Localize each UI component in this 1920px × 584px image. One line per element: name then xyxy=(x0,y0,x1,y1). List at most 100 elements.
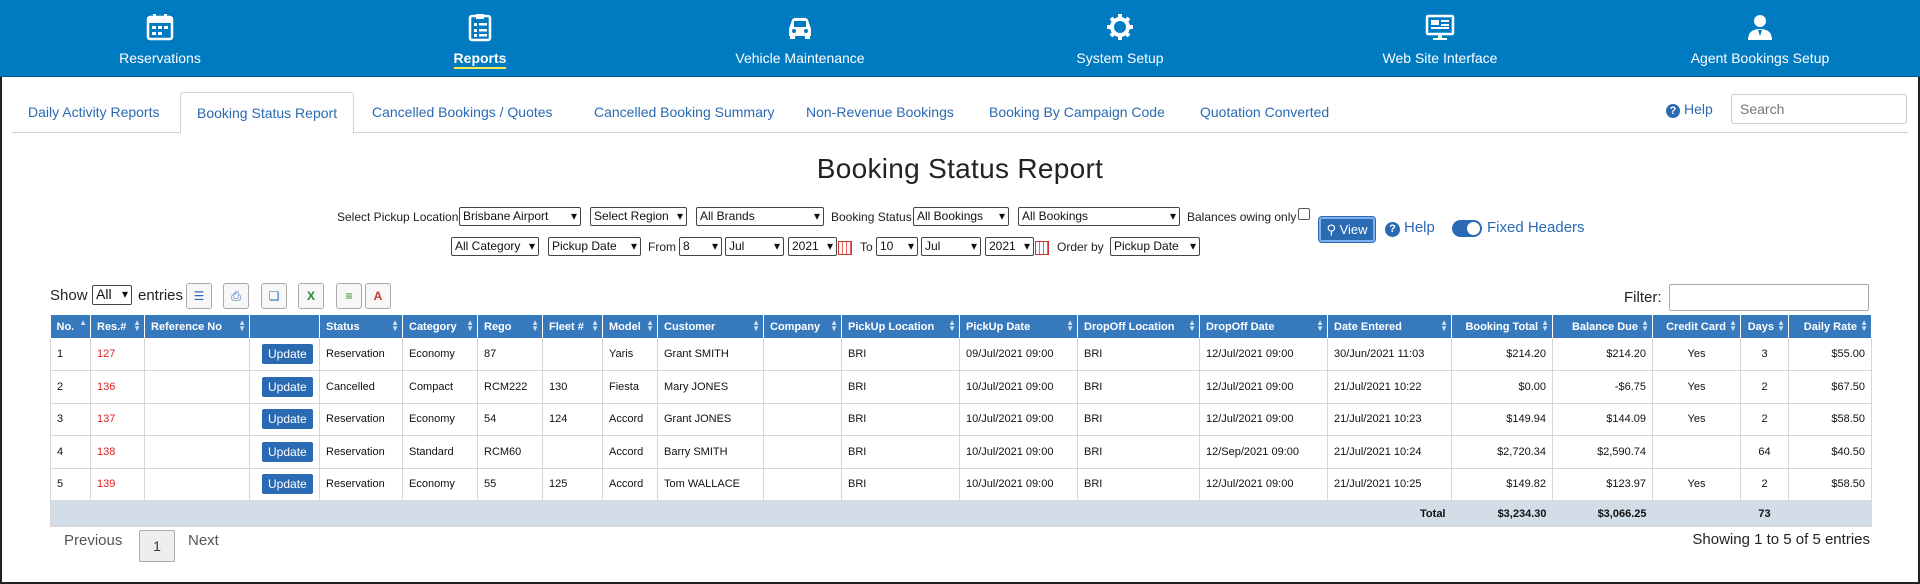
nav-reservations[interactable]: Reservations xyxy=(40,0,280,77)
help-label: Help xyxy=(1404,219,1435,236)
sort-icon: ▲ ▼ xyxy=(591,318,599,333)
copy-icon[interactable]: ❏ xyxy=(261,283,287,309)
category-select[interactable]: All Category xyxy=(451,237,539,256)
search-input[interactable] xyxy=(1731,94,1907,124)
date-type-select[interactable]: Pickup Date xyxy=(548,237,641,256)
calendar-icon[interactable] xyxy=(838,241,852,255)
tab-cancelled-booking-summary[interactable]: Cancelled Booking Summary xyxy=(578,92,791,133)
total-booking-total: $3,234.30 xyxy=(1451,500,1553,527)
col-header-category[interactable]: Category ▲ ▼ xyxy=(402,315,478,338)
brands-select[interactable]: All Brands xyxy=(696,207,824,226)
col-header-days[interactable]: Days ▲ ▼ xyxy=(1740,315,1789,338)
cell-days: 64 xyxy=(1740,435,1789,469)
tab-daily-activity-reports[interactable]: Daily Activity Reports xyxy=(12,92,175,133)
to-month-select[interactable]: Jul xyxy=(921,237,981,256)
cell-daily-rate: $58.50 xyxy=(1788,468,1872,501)
col-header-model[interactable]: Model ▲ ▼ xyxy=(602,315,658,338)
tab-cancelled-bookings-quotes[interactable]: Cancelled Bookings / Quotes xyxy=(356,92,569,133)
cell-actions: Update xyxy=(249,403,320,436)
nav-agent-bookings-setup[interactable]: Agent Bookings Setup xyxy=(1640,0,1880,77)
from-year-select[interactable]: 2021 xyxy=(788,237,837,256)
sort-icon: ▲ ▼ xyxy=(238,318,246,333)
col-header-date-entered[interactable]: Date Entered ▲ ▼ xyxy=(1327,315,1452,338)
column-visibility-icon[interactable]: ☰ xyxy=(186,283,212,309)
nav-vehicle-maintenance[interactable]: Vehicle Maintenance xyxy=(680,0,920,77)
to-day-select[interactable]: 10 xyxy=(876,237,918,256)
cell-rego: 54 xyxy=(477,403,543,436)
tab-booking-by-campaign-code[interactable]: Booking By Campaign Code xyxy=(973,92,1181,133)
csv-icon[interactable]: ≡ xyxy=(336,283,362,309)
reservation-link[interactable]: 137 xyxy=(90,403,145,436)
booking-status-select[interactable]: All Bookings xyxy=(913,207,1009,226)
tab-non-revenue-bookings[interactable]: Non-Revenue Bookings xyxy=(790,92,970,133)
entries-select[interactable]: All xyxy=(92,285,132,305)
col-header-customer[interactable]: Customer ▲ ▼ xyxy=(657,315,764,338)
clipboard-list-icon xyxy=(468,14,492,42)
car-icon xyxy=(789,18,811,39)
col-header-daily-rate[interactable]: Daily Rate ▲ ▼ xyxy=(1788,315,1872,338)
update-button[interactable]: Update xyxy=(262,376,313,397)
col-header-balance-due[interactable]: Balance Due ▲ ▼ xyxy=(1552,315,1653,338)
cell-daily-rate: $55.00 xyxy=(1788,338,1872,371)
pickup-location-select[interactable]: Brisbane Airport xyxy=(459,207,581,226)
fixed-headers-label: Fixed Headers xyxy=(1487,219,1585,236)
col-header-actions xyxy=(249,315,320,338)
col-header-no[interactable]: No. ▲ xyxy=(50,315,91,338)
table-row: 3 137 Update Reservation Economy 54 124 … xyxy=(50,403,1872,436)
to-year-select[interactable]: 2021 xyxy=(985,237,1034,256)
col-header-fleet[interactable]: Fleet # ▲ ▼ xyxy=(542,315,603,338)
nav-web-site-interface[interactable]: Web Site Interface xyxy=(1320,0,1560,77)
col-header-pickup-date[interactable]: PickUp Date ▲ ▼ xyxy=(959,315,1078,338)
sort-icon: ▲ ▼ xyxy=(646,318,654,333)
from-month-select[interactable]: Jul xyxy=(725,237,784,256)
tab-quotation-converted[interactable]: Quotation Converted xyxy=(1184,92,1345,133)
col-header-company[interactable]: Company ▲ ▼ xyxy=(763,315,842,338)
reservation-link[interactable]: 139 xyxy=(90,468,145,501)
view-label: View xyxy=(1339,222,1368,237)
pdf-icon[interactable]: A xyxy=(365,283,391,309)
totals-row: Total $3,234.30 $3,066.25 73 xyxy=(50,500,1872,527)
fixed-headers-toggle[interactable] xyxy=(1452,220,1482,237)
col-header-credit-card[interactable]: Credit Card ▲ ▼ xyxy=(1652,315,1741,338)
tab-booking-status-report[interactable]: Booking Status Report xyxy=(180,92,355,134)
col-header-dropoff-location[interactable]: DropOff Location ▲ ▼ xyxy=(1077,315,1200,338)
cell-customer: Grant SMITH xyxy=(657,338,764,371)
region-select[interactable]: Select Region xyxy=(590,207,687,226)
sort-icon: ▲ ▼ xyxy=(830,318,838,333)
reservation-link[interactable]: 138 xyxy=(90,435,145,469)
col-header-booking-total[interactable]: Booking Total ▲ ▼ xyxy=(1451,315,1553,338)
previous-page-button[interactable]: Previous xyxy=(64,532,122,549)
header-help-link[interactable]: ? Help xyxy=(1666,101,1713,118)
update-button[interactable]: Update xyxy=(262,474,313,495)
balances-owing-checkbox[interactable] xyxy=(1298,208,1310,220)
nav-system-setup[interactable]: System Setup xyxy=(1000,0,1240,77)
entries-label: entries xyxy=(138,287,184,304)
from-day-select[interactable]: 8 xyxy=(679,237,722,256)
view-button[interactable]: ⚲ View xyxy=(1319,217,1375,242)
bookings-select[interactable]: All Bookings xyxy=(1018,207,1180,226)
cell-daily-rate: $40.50 xyxy=(1788,435,1872,469)
next-page-button[interactable]: Next xyxy=(188,532,219,549)
reservation-link[interactable]: 136 xyxy=(90,370,145,404)
col-header-reference[interactable]: Reference No ▲ ▼ xyxy=(144,315,250,338)
cell-customer: Barry SMITH xyxy=(657,435,764,469)
print-icon[interactable]: ⎙ xyxy=(223,283,249,309)
col-header-rego[interactable]: Rego ▲ ▼ xyxy=(477,315,543,338)
report-help-link[interactable]: ? Help xyxy=(1385,219,1435,237)
reservation-link[interactable]: 127 xyxy=(90,338,145,371)
col-header-dropoff-date[interactable]: DropOff Date ▲ ▼ xyxy=(1199,315,1328,338)
col-header-res[interactable]: Res.# ▲ ▼ xyxy=(90,315,145,338)
excel-icon[interactable]: X xyxy=(298,283,324,309)
update-button[interactable]: Update xyxy=(262,409,313,430)
col-header-status[interactable]: Status ▲ ▼ xyxy=(319,315,403,338)
cell-rego: RCM222 xyxy=(477,370,543,404)
nav-reports[interactable]: Reports xyxy=(360,0,600,77)
calendar-icon[interactable] xyxy=(1035,241,1049,255)
update-button[interactable]: Update xyxy=(262,344,313,364)
update-button[interactable]: Update xyxy=(262,441,313,462)
page-1-button[interactable]: 1 xyxy=(139,530,175,562)
col-header-pickup-location[interactable]: PickUp Location ▲ ▼ xyxy=(841,315,960,338)
cell-model: Fiesta xyxy=(602,370,658,404)
order-by-select[interactable]: Pickup Date xyxy=(1110,237,1200,256)
filter-input[interactable] xyxy=(1669,284,1869,311)
